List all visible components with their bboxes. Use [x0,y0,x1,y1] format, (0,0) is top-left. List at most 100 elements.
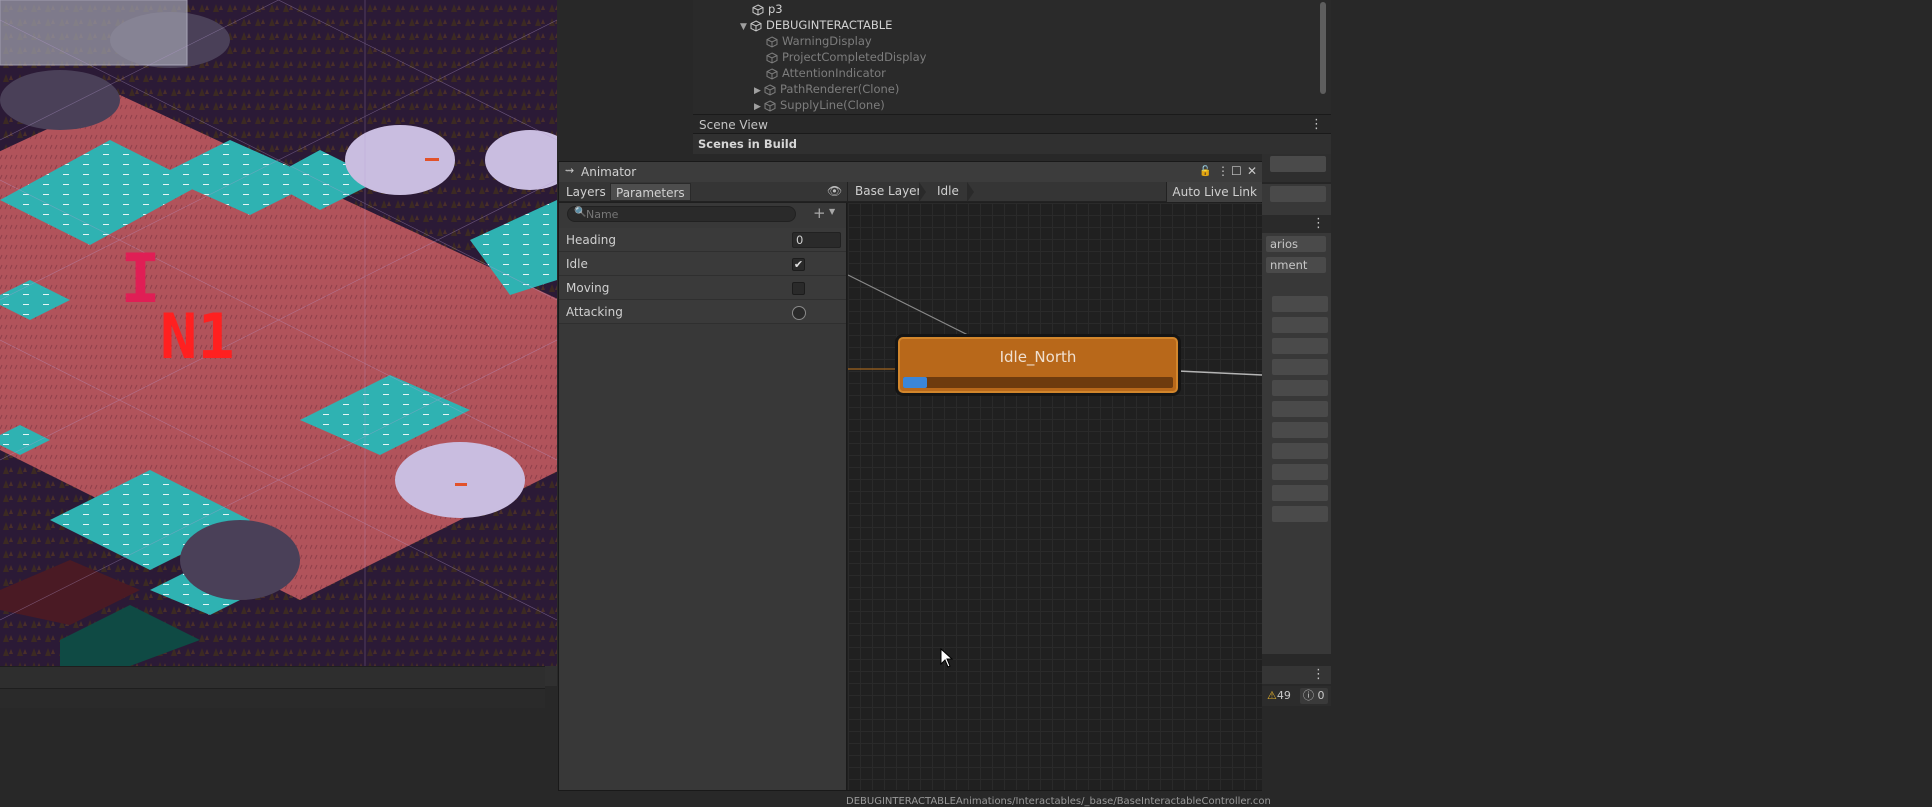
inspector-field[interactable] [1272,506,1328,522]
hierarchy-item-label: PathRenderer(Clone) [780,82,900,96]
error-count-badge[interactable]: ⓘ 0 [1300,688,1328,704]
hierarchy-item-label: WarningDisplay [782,34,872,48]
inspector-field[interactable] [1270,156,1326,172]
breadcrumb-separator [967,182,974,202]
inspector-field[interactable] [1272,464,1328,480]
error-count: 0 [1317,689,1325,702]
breadcrumb-idle[interactable]: Idle [937,184,959,198]
inspector-field-text: arios [1270,237,1298,251]
console-header: ⋮ [1262,666,1331,684]
inspector-field[interactable] [1272,401,1328,417]
chevron-down-icon[interactable]: ▼ [829,207,835,216]
gameobject-icon [764,83,776,96]
inspector-field[interactable] [1272,317,1328,333]
warning-count-badge[interactable]: ⚠49 [1264,688,1294,704]
state-machine-graph[interactable]: Idle_North [848,203,1262,790]
hierarchy-panel: p3 ▼ DEBUGINTERACTABLE WarningDisplay Pro… [693,0,1331,114]
maximize-icon[interactable]: ☐ [1231,164,1242,178]
inspector-field[interactable]: nment [1266,257,1326,273]
eye-icon[interactable]: 👁 [827,184,842,198]
state-node-idle-north[interactable]: Idle_North [898,337,1178,393]
inspector-field[interactable] [1272,338,1328,354]
scene-side-gap [545,666,557,686]
debug-letter-i: I [120,240,161,319]
tab-layers[interactable]: Layers [561,183,611,201]
inspector-field[interactable] [1272,443,1328,459]
kebab-menu-icon[interactable]: ⋮ [1310,117,1323,132]
lock-icon[interactable]: 🔓 [1199,166,1211,177]
search-icon: 🔍 [574,207,587,218]
parameter-row[interactable]: Idle ✔ [559,252,846,276]
parameter-row[interactable]: Moving [559,276,846,300]
hierarchy-item[interactable]: p3 [752,1,783,17]
parameter-search-input[interactable] [586,207,786,221]
hierarchy-item-label: SupplyLine(Clone) [780,98,885,112]
parameter-name: Heading [566,233,616,247]
inspector-field[interactable] [1272,485,1328,501]
hierarchy-item[interactable]: ▶ PathRenderer(Clone) [754,81,899,97]
parameter-bool-checkbox[interactable]: ✔ [792,258,805,271]
parameter-row[interactable]: Heading 0 [559,228,846,252]
animator-title: Animator [581,165,637,179]
parameter-row[interactable]: Attacking [559,300,846,324]
tab-parameters[interactable]: Parameters [610,183,691,201]
scrollbar-thumb[interactable] [1320,2,1326,94]
parameters-panel: 🔍 + ▼ Heading 0 Idle ✔ Moving Attacking [559,203,847,790]
warning-icon: ⚠ [1267,689,1277,702]
breadcrumb-separator [919,182,926,202]
animator-window[interactable]: ⇝ Animator 🔓 ⋮ ☐ ✕ Layers Parameters 👁 B… [558,161,1262,791]
parameter-name: Moving [566,281,610,295]
hierarchy-item[interactable]: ProjectCompletedDisplay [766,49,926,65]
hierarchy-item[interactable]: AttentionIndicator [766,65,886,81]
hierarchy-item[interactable]: WarningDisplay [766,33,872,49]
inspector-field[interactable] [1272,359,1328,375]
animator-toolbar: Layers Parameters 👁 Base Layer Idle Auto… [559,182,1262,202]
scenes-in-build-header: Scenes in Build [693,134,1331,154]
hierarchy-scrollbar[interactable] [1318,0,1328,112]
breadcrumb-base-layer[interactable]: Base Layer [855,184,922,198]
scene-status-bar-lower [0,688,545,708]
kebab-menu-icon[interactable]: ⋮ [1312,667,1325,682]
parameter-float-field[interactable]: 0 [792,232,841,248]
info-icon: ⓘ [1303,689,1314,702]
hierarchy-item-label: ProjectCompletedDisplay [782,50,927,64]
inspector-field[interactable] [1272,296,1328,312]
parameter-trigger-radio[interactable] [792,306,806,320]
add-parameter-icon[interactable]: + [813,205,826,221]
parameter-name: Attacking [566,305,623,319]
scene-view-tab-label: Scene View [699,118,768,132]
hierarchy-item[interactable]: ▼ DEBUGINTERACTABLE [740,17,892,33]
game-scene-view[interactable]: I N1 [0,0,557,666]
gameobject-icon [766,35,778,48]
parameter-name: Idle [566,257,588,271]
gameobject-icon [750,19,762,32]
expand-arrow-icon[interactable]: ▶ [754,99,764,115]
gameobject-icon [766,51,778,64]
parameter-search[interactable]: 🔍 [567,206,796,222]
close-icon[interactable]: ✕ [1247,164,1257,178]
kebab-menu-icon[interactable]: ⋮ [1217,164,1229,178]
controller-asset-path: DEBUGINTERACTABLEAnimations/Interactable… [846,796,1271,807]
hierarchy-item-label: DEBUGINTERACTABLE [766,18,893,32]
inspector-field[interactable] [1272,380,1328,396]
hierarchy-item[interactable]: ▶ SupplyLine(Clone) [754,97,885,113]
scene-view-tab[interactable]: Scene View ⋮ [693,114,1331,134]
console-status: ⚠49 ⓘ 0 [1262,686,1331,706]
hierarchy-item-label: AttentionIndicator [782,66,886,80]
parameter-bool-checkbox[interactable] [792,282,805,295]
kebab-menu-icon[interactable]: ⋮ [1312,216,1325,231]
state-progress-track [903,377,1173,388]
auto-live-link-button[interactable]: Auto Live Link [1166,182,1262,202]
animator-icon: ⇝ [565,164,575,177]
warning-count: 49 [1276,689,1291,702]
scenes-in-build-label: Scenes in Build [698,137,797,151]
empty-workspace [1331,0,1932,805]
hierarchy-item-label: p3 [768,2,783,16]
inspector-field[interactable] [1272,422,1328,438]
gameobject-icon [752,3,764,16]
expand-arrow-icon[interactable]: ▼ [740,19,750,35]
inspector-field[interactable] [1270,186,1326,202]
inspector-field[interactable]: arios [1266,236,1326,252]
inspector-panel-fragment: ⋮ arios nment [1262,154,1331,654]
animator-titlebar[interactable]: ⇝ Animator 🔓 ⋮ ☐ ✕ [559,162,1262,182]
